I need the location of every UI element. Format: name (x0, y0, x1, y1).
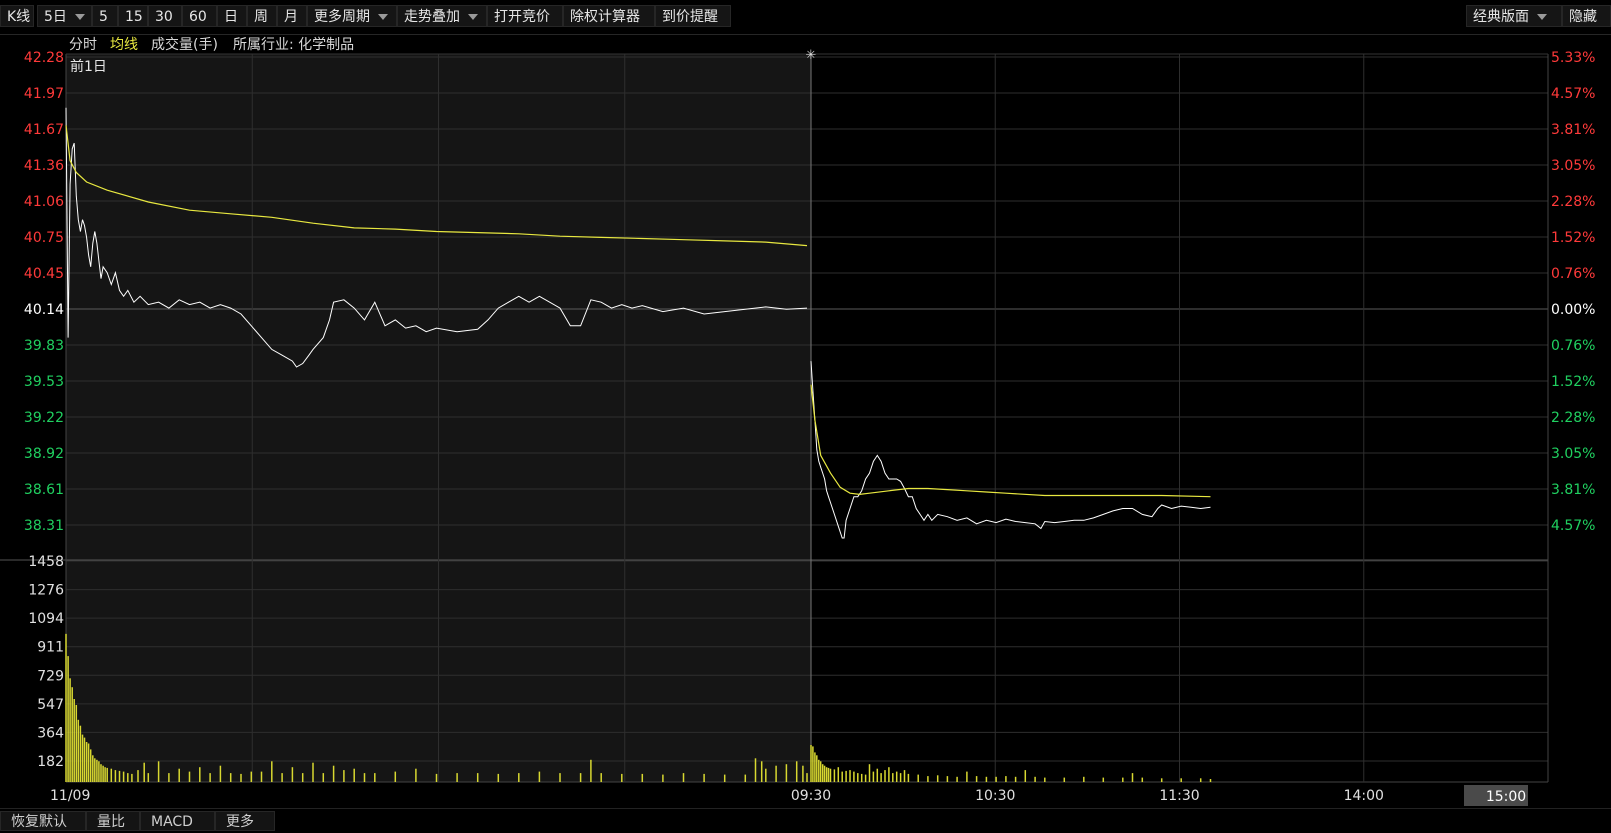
price-tick-label: 40.14 (24, 302, 64, 318)
volume-tick-label: 547 (37, 697, 64, 713)
avg-line-today (810, 384, 1211, 498)
day-marker-icon: ✳ (806, 48, 817, 63)
percent-tick-label: 3.05% (1551, 446, 1595, 462)
volume-tick-label: 182 (37, 754, 64, 770)
price-tick-label: 39.83 (24, 338, 64, 354)
volume-tick-label: 729 (37, 668, 64, 684)
more-indicators-button[interactable]: 更多 (215, 811, 275, 831)
x-label-1030: 10:30 (975, 788, 1015, 804)
bottom-indicator-bar: 恢复默认 量比 MACD 更多 (0, 808, 1611, 833)
percent-tick-label: 2.28% (1551, 194, 1595, 210)
volume-tick-label: 364 (37, 725, 64, 741)
volume-ratio-button[interactable]: 量比 (86, 811, 140, 831)
price-tick-label: 41.67 (24, 122, 64, 138)
price-line-today (810, 361, 1211, 539)
volume-tick-label: 1458 (28, 554, 64, 570)
x-label-1130: 11:30 (1159, 788, 1199, 804)
percent-tick-label: 4.57% (1551, 518, 1595, 534)
restore-default-button[interactable]: 恢复默认 (0, 811, 86, 831)
restore-default-label: 恢复默认 (11, 814, 67, 830)
percent-tick-label: 2.28% (1551, 410, 1595, 426)
volume-ratio-label: 量比 (97, 814, 125, 830)
volume-tick-label: 1276 (28, 583, 64, 599)
percent-tick-label: 3.05% (1551, 158, 1595, 174)
percent-tick-label: 3.81% (1551, 482, 1595, 498)
price-tick-label: 38.92 (24, 446, 64, 462)
cursor-time-label: 15:00 (1486, 789, 1526, 805)
x-label-1400: 14:00 (1344, 788, 1384, 804)
intraday-chart[interactable]: 42.28 5.33% 41.97 4.57% 41.67 3.81% 41.36 3.05%… (0, 0, 1611, 808)
price-tick-label: 41.97 (24, 86, 64, 102)
volume-tick-label: 911 (37, 640, 64, 656)
percent-tick-label: 0.00% (1551, 302, 1595, 318)
price-tick-label: 38.61 (24, 482, 64, 498)
percent-tick-label: 0.76% (1551, 338, 1595, 354)
percent-tick-label: 0.76% (1551, 266, 1595, 282)
percent-tick-label: 3.81% (1551, 122, 1595, 138)
x-label-0930: 09:30 (791, 788, 831, 804)
price-tick-label: 41.06 (24, 194, 64, 210)
prev-day-label: 前1日 (70, 58, 107, 75)
percent-tick-label: 1.52% (1551, 230, 1595, 246)
percent-tick-label: 1.52% (1551, 374, 1595, 390)
percent-tick-label: 4.57% (1551, 86, 1595, 102)
more-indicators-label: 更多 (226, 814, 254, 830)
price-tick-label: 40.75 (24, 230, 64, 246)
macd-label: MACD (151, 814, 193, 830)
volume-tick-label: 1094 (28, 611, 64, 627)
price-tick-label: 39.22 (24, 410, 64, 426)
percent-tick-label: 5.33% (1551, 50, 1595, 66)
price-tick-label: 41.36 (24, 158, 64, 174)
price-tick-label: 40.45 (24, 266, 64, 282)
price-tick-label: 38.31 (24, 518, 64, 534)
price-tick-label: 39.53 (24, 374, 64, 390)
price-tick-label: 42.28 (24, 50, 64, 66)
x-label-date: 11/09 (50, 788, 90, 804)
macd-button[interactable]: MACD (140, 811, 215, 831)
